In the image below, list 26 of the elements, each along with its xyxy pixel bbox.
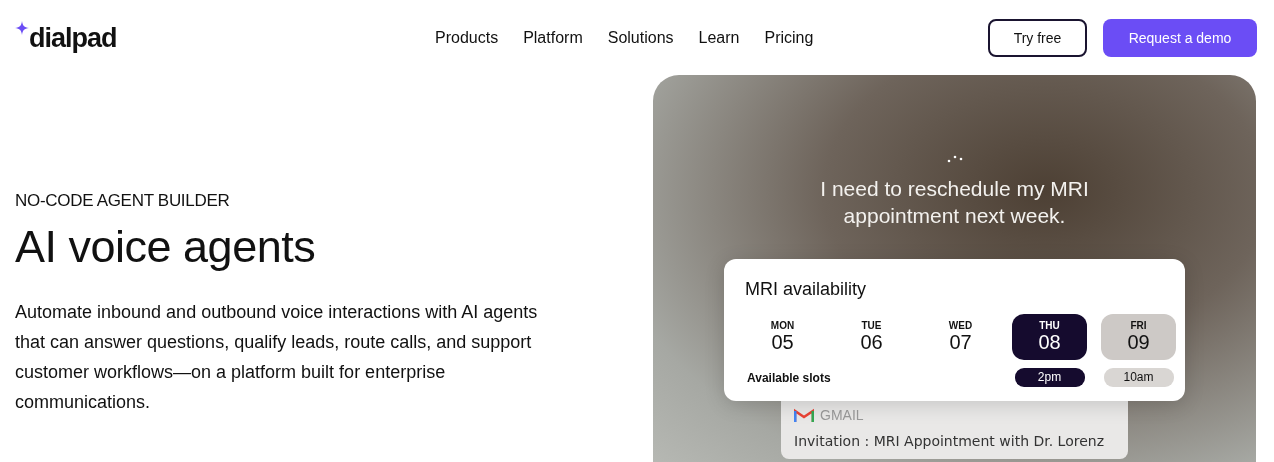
time-slot[interactable]: 10am	[1103, 368, 1174, 387]
email-source: GMAIL	[820, 407, 864, 423]
logo[interactable]: dialpad	[29, 22, 117, 53]
email-subject: Invitation : MRI Appointment with Dr. Lorenz	[794, 433, 1105, 449]
eyebrow-text: NO-CODE AGENT BUILDER	[15, 191, 231, 211]
day-option[interactable]: TUE 06	[834, 314, 909, 360]
nav-link[interactable]: Platform	[523, 28, 583, 47]
nav-link[interactable]: Solutions	[607, 28, 674, 47]
mail-icon	[794, 407, 814, 423]
nav-link[interactable]: Products	[435, 28, 499, 47]
nav-link[interactable]: Learn	[698, 28, 740, 47]
card-title: MRI availability	[745, 279, 868, 300]
day-option[interactable]: WED 07	[923, 314, 998, 360]
typing-dots-icon	[945, 155, 964, 163]
slots-label: Available slots	[746, 370, 832, 385]
hero-description: Automate inbound and outbound voice interactions with AI agents that can answer questions, qualify leads, route calls, and support customer workflows—on a platform built for enterprise communications.	[15, 301, 539, 414]
nav-link[interactable]: Pricing	[764, 28, 814, 47]
try-free-button[interactable]: Try free	[988, 18, 1087, 57]
day-option[interactable]: FRI 09	[1101, 314, 1176, 360]
sparkle-icon	[15, 20, 29, 35]
day-option[interactable]: MON 05	[745, 314, 820, 360]
day-option[interactable]: THU 08	[1012, 314, 1087, 360]
time-slot[interactable]: 2pm	[1014, 368, 1085, 387]
hero-title: AI voice agents	[15, 221, 317, 273]
speech-caption: I need to reschedule my MRI appointment next week.	[819, 176, 1090, 229]
request-demo-button[interactable]: Request a demo	[1103, 18, 1257, 57]
